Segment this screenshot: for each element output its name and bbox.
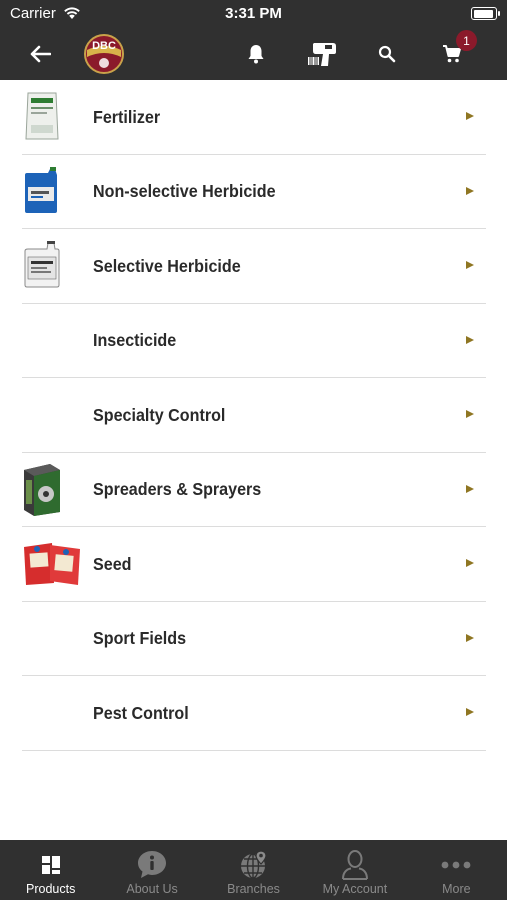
cart-button[interactable]: 1 [432, 28, 477, 80]
herbicide-jug-white-image [22, 238, 62, 292]
cart-count-badge: 1 [456, 30, 477, 51]
category-label: Specialty Control [93, 404, 226, 425]
status-bar: Carrier 3:31 PM [0, 0, 507, 28]
back-arrow-icon [30, 45, 51, 63]
category-row-non-selective-herbicide[interactable]: Non-selective Herbicide [0, 155, 507, 229]
tab-label: My Account [322, 882, 388, 896]
grid-icon [41, 850, 61, 880]
back-button[interactable] [22, 28, 58, 80]
dbc-logo[interactable]: DBC [82, 28, 126, 80]
category-label: Insecticide [93, 330, 177, 350]
chevron-right-icon [466, 112, 474, 120]
top-bar: Carrier 3:31 PM DBC 1 [0, 0, 507, 80]
spreader-box-image [22, 462, 62, 516]
notifications-button[interactable] [238, 28, 274, 80]
category-label: Sport Fields [93, 628, 187, 648]
category-row-pest-control[interactable]: Pest Control [0, 676, 507, 751]
category-row-selective-herbicide[interactable]: Selective Herbicide [0, 229, 507, 304]
person-icon [341, 850, 369, 880]
category-row-insecticide[interactable]: Insecticide [0, 304, 507, 378]
tab-branches[interactable]: Branches [203, 840, 304, 900]
category-label: Non-selective Herbicide [93, 181, 276, 201]
category-label: Selective Herbicide [93, 255, 241, 276]
chevron-right-icon [466, 186, 474, 195]
globe-pin-icon [239, 850, 269, 880]
logo-text: DBC [92, 40, 116, 52]
tab-bar: Products About Us Branches My Account Mo… [0, 840, 507, 900]
more-dots-icon [441, 850, 471, 880]
chevron-right-icon [466, 261, 474, 269]
category-row-specialty-control[interactable]: Specialty Control [0, 378, 507, 453]
nav-bar: DBC 1 [0, 28, 507, 80]
chevron-right-icon [466, 633, 474, 642]
chevron-right-icon [466, 484, 474, 493]
tab-label: About Us [126, 882, 178, 896]
tab-products[interactable]: Products [0, 840, 101, 900]
category-row-fertilizer[interactable]: Fertilizer [0, 80, 507, 155]
bell-icon [248, 45, 264, 64]
category-label: Seed [93, 553, 132, 574]
tab-my-account[interactable]: My Account [304, 840, 405, 900]
status-time: 3:31 PM [225, 5, 282, 22]
category-row-seed[interactable]: Seed [0, 527, 507, 602]
info-icon [136, 850, 168, 880]
search-button[interactable] [370, 28, 404, 80]
fertilizer-bag-image [22, 89, 62, 143]
divider [22, 749, 486, 751]
chevron-right-icon [466, 708, 474, 716]
herbicide-jug-blue-image [22, 164, 62, 218]
category-row-spreaders-sprayers[interactable]: Spreaders & Sprayers [0, 453, 507, 527]
tab-more[interactable]: More [406, 840, 507, 900]
category-row-sport-fields[interactable]: Sport Fields [0, 602, 507, 676]
chevron-right-icon [466, 335, 474, 344]
chevron-right-icon [466, 410, 474, 418]
category-label: Pest Control [93, 702, 189, 723]
category-list: Fertilizer Non-selective Herbicide Selec… [0, 80, 507, 751]
category-label: Spreaders & Sprayers [93, 479, 262, 499]
search-icon [378, 45, 396, 63]
chevron-right-icon [466, 559, 474, 567]
battery-icon [471, 7, 500, 20]
seed-bags-image [22, 536, 84, 590]
tab-about-us[interactable]: About Us [101, 840, 202, 900]
category-label: Fertilizer [93, 106, 161, 127]
tab-label: Products [26, 882, 76, 896]
tab-label: Branches [227, 882, 280, 896]
barcode-scanner-icon [308, 43, 336, 66]
scan-button[interactable] [303, 28, 343, 80]
tab-label: More [442, 882, 471, 896]
